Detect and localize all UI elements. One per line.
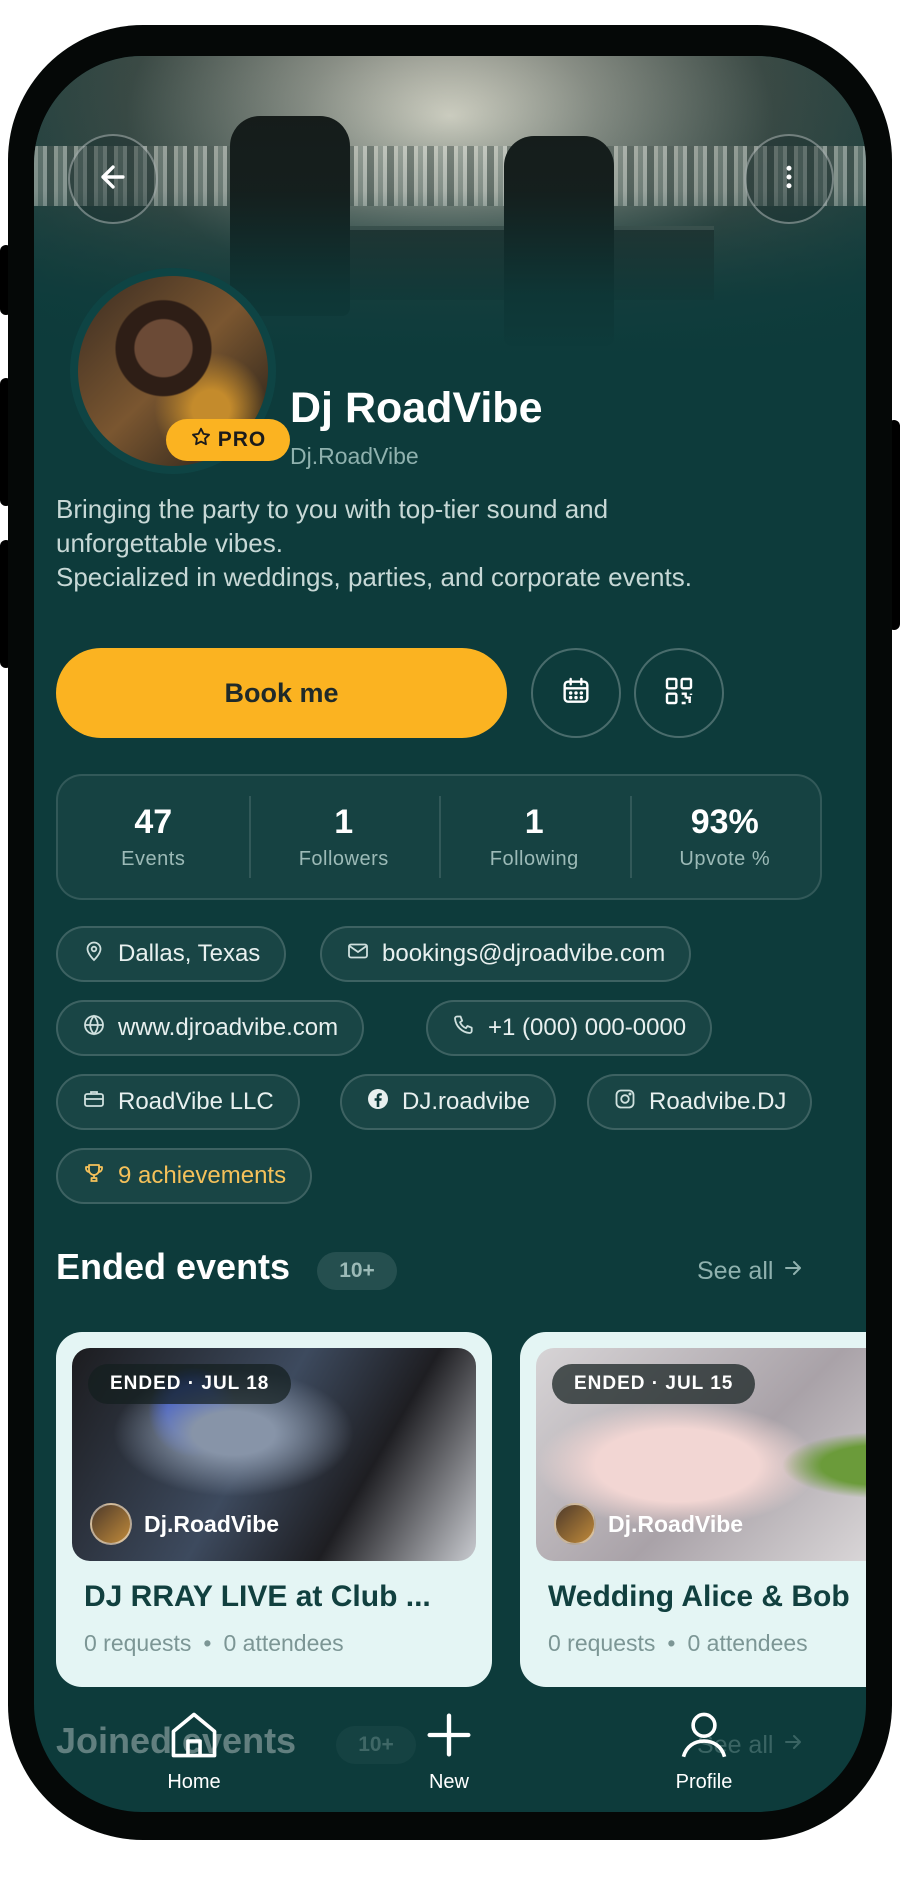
event-attendees: 0 attendees — [687, 1630, 808, 1656]
website-text: www.djroadvibe.com — [118, 1014, 339, 1041]
stat-label: Followers — [298, 848, 389, 870]
email-text: bookings@djroadvibe.com — [382, 940, 666, 967]
ended-events-title: Ended events — [56, 1246, 291, 1287]
pro-badge-label: PRO — [217, 428, 267, 451]
nav-new[interactable]: New — [389, 1706, 509, 1794]
event-host: Dj.RoadVibe — [554, 1503, 743, 1545]
location-chip[interactable]: Dallas, Texas — [56, 926, 287, 982]
phone-chip[interactable]: +1 (000) 000-0000 — [426, 1000, 713, 1056]
nav-profile-label: Profile — [675, 1771, 733, 1793]
meta-dot: • — [667, 1630, 676, 1656]
instagram-chip[interactable]: Roadvibe.DJ — [587, 1074, 813, 1130]
stat-value: 47 — [134, 803, 173, 841]
stat-value: 93% — [690, 803, 759, 841]
event-host: Dj.RoadVibe — [90, 1503, 279, 1545]
stat-label: Upvote % — [679, 848, 771, 870]
calendar-button[interactable] — [531, 648, 621, 738]
stat-label: Events — [121, 848, 186, 870]
host-name: Dj.RoadVibe — [608, 1510, 744, 1537]
facebook-chip[interactable]: DJ.roadvibe — [340, 1074, 557, 1130]
ended-badge: ENDED · JUL 15 — [552, 1364, 756, 1404]
bio-line: Specialized in weddings, parties, and co… — [56, 562, 692, 592]
globe-icon — [82, 1013, 106, 1044]
achievements-chip[interactable]: 9 achievements — [56, 1148, 313, 1204]
trophy-icon — [82, 1161, 106, 1192]
nav-home[interactable]: Home — [134, 1706, 254, 1794]
qr-code-icon — [663, 675, 695, 712]
event-attendees: 0 attendees — [223, 1630, 344, 1656]
nav-profile[interactable]: Profile — [644, 1706, 764, 1794]
more-vertical-icon — [774, 162, 804, 197]
event-title: DJ RRAY LIVE at Club ... — [84, 1580, 431, 1613]
back-button[interactable] — [68, 134, 158, 224]
event-title: Wedding Alice & Bob — [548, 1580, 850, 1613]
event-meta: 0 requests • 0 attendees — [548, 1630, 808, 1657]
profile-name: Dj RoadVibe — [290, 384, 543, 432]
event-requests: 0 requests — [84, 1630, 192, 1656]
meta-dot: • — [203, 1630, 212, 1656]
website-chip[interactable]: www.djroadvibe.com — [56, 1000, 365, 1056]
event-image: ENDED · JUL 18 Dj.RoadVibe — [72, 1348, 476, 1561]
email-chip[interactable]: bookings@djroadvibe.com — [320, 926, 692, 982]
briefcase-icon — [82, 1087, 106, 1118]
arrow-right-icon — [781, 1256, 805, 1287]
stats-panel: 47 Events 1 Followers 1 Following 93% Up… — [56, 774, 822, 900]
calendar-icon — [560, 675, 592, 712]
phone-text: +1 (000) 000-0000 — [488, 1014, 687, 1041]
stat-upvote: 93% Upvote % — [629, 776, 821, 898]
location-text: Dallas, Texas — [118, 940, 261, 967]
pro-badge: PRO — [166, 419, 290, 461]
ended-badge: ENDED · JUL 18 — [88, 1364, 292, 1404]
map-pin-icon — [82, 939, 106, 970]
facebook-icon — [366, 1087, 390, 1118]
book-me-button[interactable]: Book me — [56, 648, 507, 738]
bio-line: unforgettable vibes. — [56, 528, 283, 558]
event-requests: 0 requests — [548, 1630, 656, 1656]
star-icon — [190, 426, 212, 454]
host-name: Dj.RoadVibe — [144, 1510, 280, 1537]
achievements-text: 9 achievements — [118, 1162, 287, 1189]
event-image: ENDED · JUL 15 Dj.RoadVibe — [536, 1348, 866, 1561]
ended-events-count: 10+ — [317, 1252, 397, 1290]
event-card[interactable]: ENDED · JUL 18 Dj.RoadVibe DJ RRAY LIVE … — [56, 1332, 492, 1687]
stat-label: Following — [489, 848, 579, 870]
profile-screen: PRO Dj RoadVibe Dj.RoadVibe Bringing the… — [34, 56, 866, 1812]
stat-value: 1 — [334, 803, 354, 841]
plus-icon — [420, 1706, 478, 1769]
event-meta: 0 requests • 0 attendees — [84, 1630, 344, 1657]
instagram-text: Roadvibe.DJ — [649, 1088, 787, 1115]
ended-events-see-all[interactable]: See all — [697, 1256, 805, 1287]
event-card[interactable]: ENDED · JUL 15 Dj.RoadVibe Wedding Alice… — [520, 1332, 866, 1687]
bottom-navigation: Home New Profile — [34, 1706, 866, 1812]
facebook-text: DJ.roadvibe — [402, 1088, 531, 1115]
mail-icon — [346, 939, 370, 970]
stat-followers[interactable]: 1 Followers — [248, 776, 440, 898]
host-avatar — [554, 1503, 596, 1545]
user-icon — [675, 1706, 733, 1769]
nav-new-label: New — [428, 1771, 469, 1793]
instagram-icon — [613, 1087, 637, 1118]
host-avatar — [90, 1503, 132, 1545]
see-all-label: See all — [697, 1257, 774, 1285]
arrow-left-icon — [96, 160, 130, 199]
profile-handle: Dj.RoadVibe — [290, 443, 419, 469]
company-text: RoadVibe LLC — [118, 1088, 274, 1115]
home-icon — [165, 1706, 223, 1769]
stat-following[interactable]: 1 Following — [439, 776, 630, 898]
nav-home-label: Home — [167, 1771, 221, 1793]
bio-line: Bringing the party to you with top-tier … — [56, 494, 609, 524]
company-chip[interactable]: RoadVibe LLC — [56, 1074, 300, 1130]
profile-bio: Bringing the party to you with top-tier … — [56, 492, 846, 594]
phone-icon — [452, 1013, 476, 1044]
stat-events[interactable]: 47 Events — [58, 776, 249, 898]
qr-code-button[interactable] — [634, 648, 724, 738]
more-options-button[interactable] — [744, 134, 834, 224]
stat-value: 1 — [524, 803, 544, 841]
